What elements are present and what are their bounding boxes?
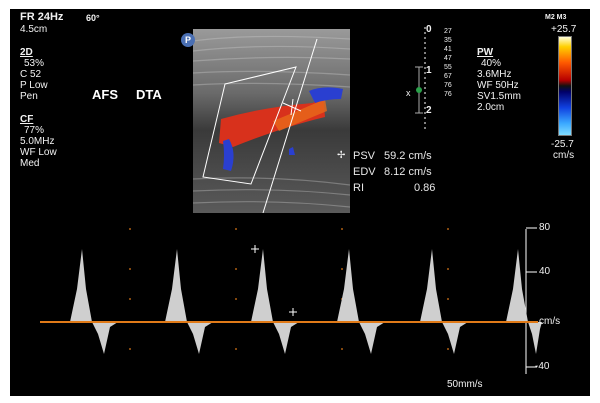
velocity-unit: cm/s (539, 316, 561, 327)
velocity-tick-40: 40 (539, 266, 551, 277)
velocity-tick-80: 80 (539, 222, 551, 233)
sweep-speed: 50mm/s (447, 379, 483, 390)
spectral-waveform (70, 249, 542, 354)
end-diastole-caliper (289, 308, 297, 316)
ultrasound-screenshot: FR 24Hz 60° 4.5cm 2D 53% C 52 P Low Pen … (0, 0, 600, 403)
doppler-spectrum (40, 227, 542, 374)
ultrasound-display: FR 24Hz 60° 4.5cm 2D 53% C 52 P Low Pen … (10, 9, 590, 396)
peak-caliper (251, 245, 259, 253)
velocity-tick-minus40: -40 (535, 361, 550, 372)
